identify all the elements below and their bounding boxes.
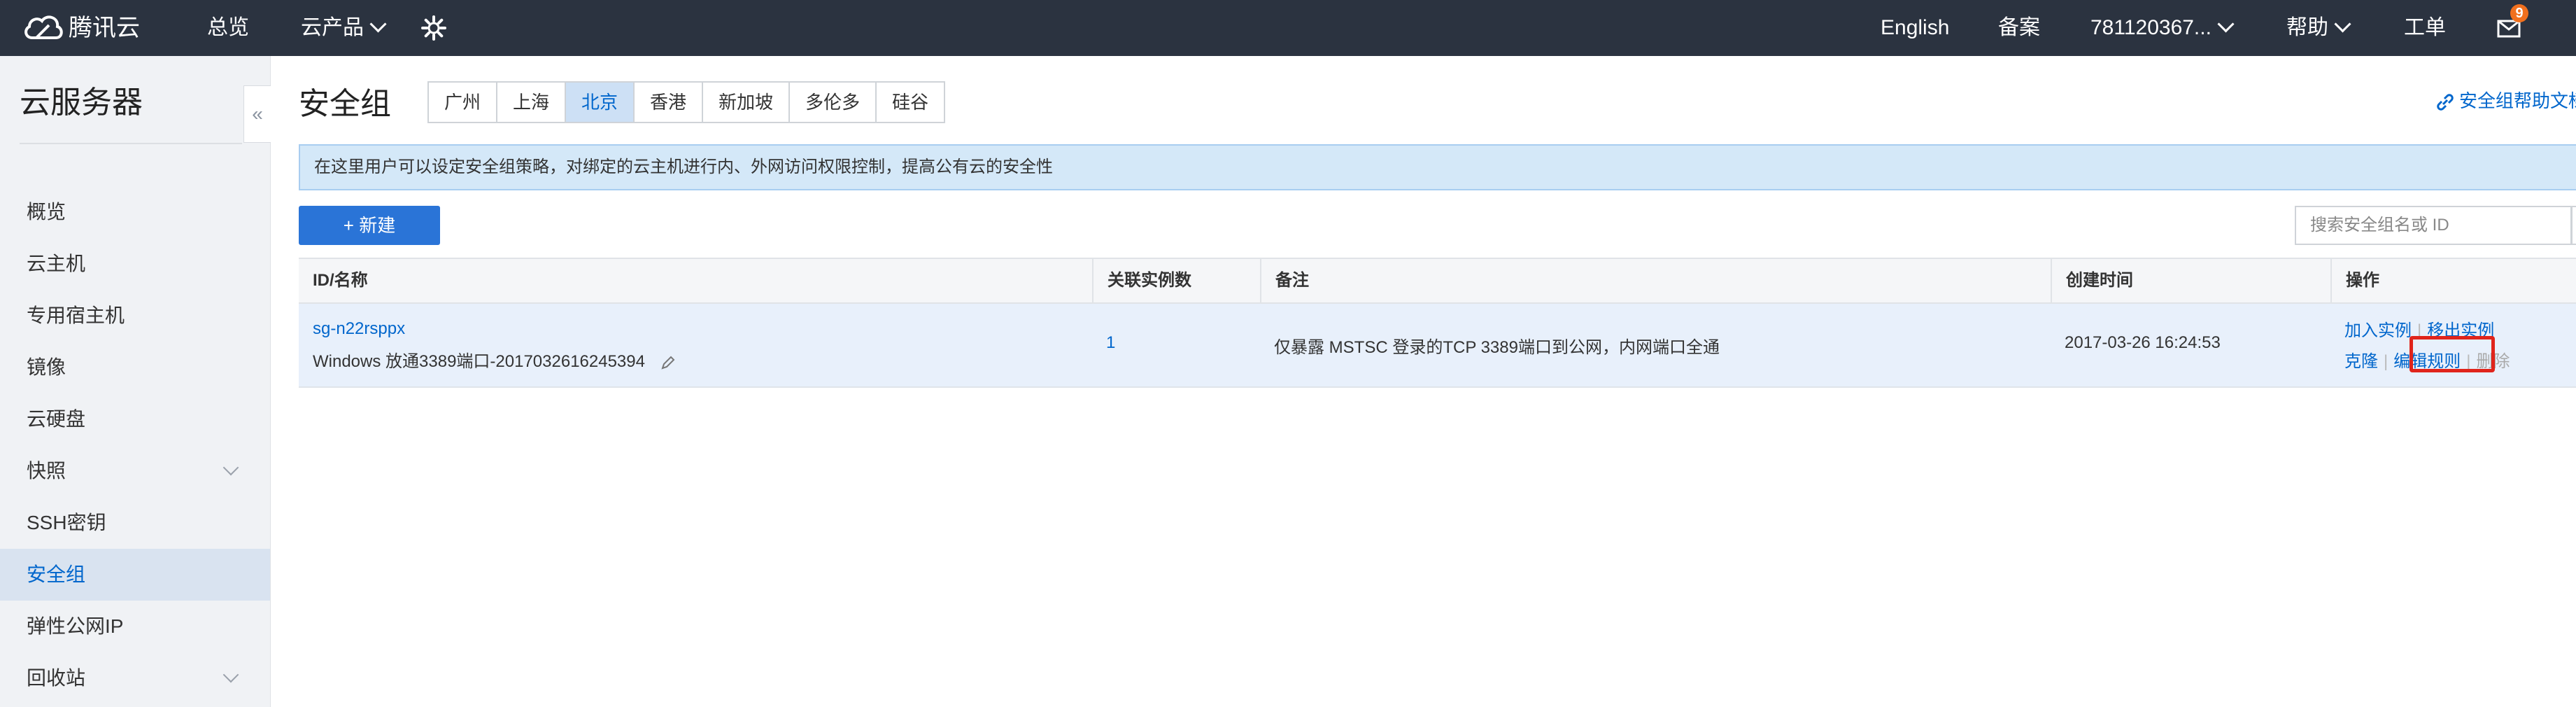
clone-link[interactable]: 克隆 (2344, 352, 2378, 371)
region-tabs: 广州 上海 北京 香港 新加坡 多伦多 硅谷 (427, 81, 946, 123)
separator: | (2384, 352, 2389, 371)
column-header-id-name: ID/名称 (313, 271, 368, 290)
sidebar-title: 云服务器 (20, 85, 143, 120)
help-doc-link[interactable]: 安全组帮助文档 (2435, 87, 2576, 113)
instance-count-link[interactable]: 1 (1106, 333, 1115, 353)
nav-products[interactable]: 云产品 (301, 0, 387, 56)
help-label: 帮助 (2286, 16, 2328, 39)
sidebar-item-cvm[interactable]: 云主机 (0, 238, 270, 290)
chevron-down-icon (2217, 15, 2235, 33)
nav-english[interactable]: English (1881, 0, 1949, 56)
sidebar-item-overview[interactable]: 概览 (0, 186, 270, 238)
created-time: 2017-03-26 16:24:53 (2065, 333, 2221, 352)
nav-beian[interactable]: 备案 (1998, 0, 2040, 56)
sidebar-item-label: 快照 (27, 460, 66, 482)
chevron-down-icon (222, 666, 239, 683)
region-tab-toronto[interactable]: 多伦多 (790, 83, 877, 122)
security-group-id-link[interactable]: sg-n22rsppx (313, 319, 405, 339)
pencil-icon[interactable] (660, 354, 677, 371)
cloud-logo-icon[interactable] (21, 10, 64, 46)
security-group-name: Windows 放通3389端口-2017032616245394 (313, 347, 677, 372)
remark-text: 仅暴露 MSTSC 登录的TCP 3389端口到公网，内网端口全通 (1274, 338, 1720, 357)
column-header-instances: 关联实例数 (1092, 259, 1260, 302)
gear-icon[interactable] (420, 14, 448, 42)
brand-name[interactable]: 腾讯云 (69, 0, 140, 56)
sidebar-item-cloud-disk[interactable]: 云硬盘 (0, 393, 270, 445)
nav-products-label: 云产品 (301, 16, 364, 39)
search-input[interactable] (2295, 206, 2572, 245)
link-icon (2437, 94, 2454, 111)
table-header: ID/名称 关联实例数 备注 创建时间 操作 (299, 258, 2576, 304)
top-navigation-bar: 腾讯云 总览 云产品 English 备案 781120367... 帮助 工单… (0, 0, 2576, 56)
nav-ticket[interactable]: 工单 (2404, 0, 2446, 56)
table-row: sg-n22rsppx Windows 放通3389端口-20170326162… (299, 304, 2576, 388)
chevron-down-icon (2334, 15, 2351, 33)
page-title: 安全组 (299, 87, 391, 121)
chevron-down-icon (369, 15, 387, 33)
info-notice: 在这里用户可以设定安全组策略，对绑定的云主机进行内、外网访问权限控制，提高公有云… (299, 144, 2576, 190)
nav-help[interactable]: 帮助 (2286, 0, 2351, 56)
column-header-created: 创建时间 (2051, 259, 2330, 302)
account-label: 781120367... (2090, 16, 2211, 39)
region-tab-shanghai[interactable]: 上海 (497, 83, 567, 122)
help-doc-label: 安全组帮助文档 (2459, 90, 2576, 111)
sidebar-item-snapshot[interactable]: 快照 (0, 445, 270, 497)
collapse-sidebar-button[interactable]: « (243, 85, 271, 143)
region-tab-singapore[interactable]: 新加坡 (703, 83, 791, 122)
sidebar-item-label: 回收站 (27, 667, 86, 689)
security-group-name-text: Windows 放通3389端口-2017032616245394 (313, 352, 645, 371)
sidebar-item-recycle-bin[interactable]: 回收站 (0, 652, 270, 704)
region-tab-guangzhou[interactable]: 广州 (429, 83, 498, 122)
add-instance-link[interactable]: 加入实例 (2344, 321, 2412, 340)
chevron-down-icon (222, 459, 239, 476)
sidebar-item-ssh-key[interactable]: SSH密钥 (0, 497, 270, 549)
sidebar-item-eip[interactable]: 弹性公网IP (0, 601, 270, 652)
highlight-box-edit-rules (2409, 336, 2495, 372)
message-count-badge: 9 (2510, 4, 2528, 22)
security-group-table: ID/名称 关联实例数 备注 创建时间 操作 sg-n22rsppx Windo… (299, 258, 2576, 388)
sidebar-item-dedicated-host[interactable]: 专用宿主机 (0, 290, 270, 342)
nav-overview[interactable]: 总览 (207, 0, 249, 56)
new-security-group-button[interactable]: + 新建 (299, 206, 440, 245)
region-tab-hongkong[interactable]: 香港 (635, 83, 704, 122)
sidebar: 云服务器 « 概览 云主机 专用宿主机 镜像 云硬盘 快照 SSH密钥 安全组 … (0, 56, 271, 707)
sidebar-item-image[interactable]: 镜像 (0, 342, 270, 393)
column-header-remark: 备注 (1260, 259, 2051, 302)
region-tab-silicon-valley[interactable]: 硅谷 (877, 83, 944, 122)
nav-account[interactable]: 781120367... (2090, 0, 2235, 56)
search-button[interactable] (2571, 206, 2576, 245)
column-header-actions: 操作 (2330, 259, 2576, 302)
sidebar-item-security-group[interactable]: 安全组 (0, 549, 270, 601)
sidebar-divider (20, 143, 242, 144)
region-tab-beijing[interactable]: 北京 (566, 83, 635, 122)
main-content: 安全组 广州 上海 北京 香港 新加坡 多伦多 硅谷 安全组帮助文档 在这里用户… (271, 56, 2576, 707)
